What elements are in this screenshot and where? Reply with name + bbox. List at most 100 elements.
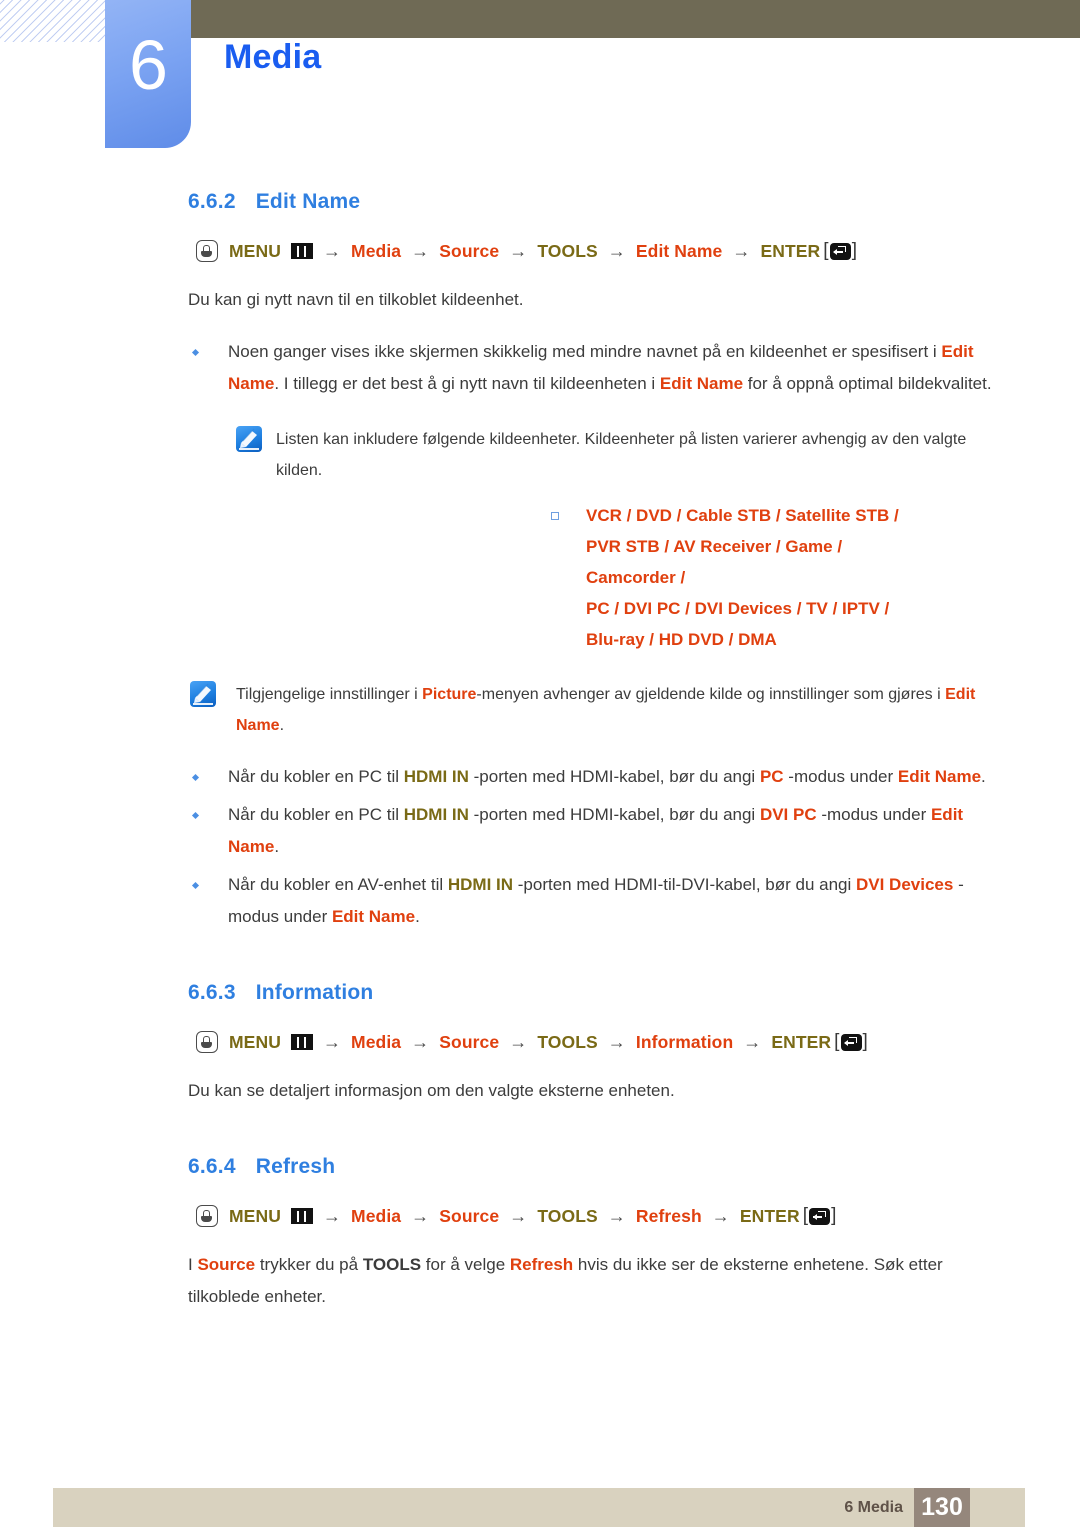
emphasis-source: Source: [197, 1255, 256, 1274]
emphasis-edit-name: Edit Name: [897, 767, 982, 786]
bracket-open: [: [802, 1205, 809, 1226]
device-list-line-1: VCR / DVD / Cable STB / Satellite STB / …: [586, 506, 899, 587]
emphasis-pc: PC: [759, 767, 784, 786]
list-item: Noen ganger vises ikke skjermen skikkeli…: [0, 336, 1080, 400]
chapter-number-tab: 6: [105, 0, 191, 148]
note-pencil-icon: [236, 426, 262, 452]
decorative-hatch-pattern: [0, 0, 107, 42]
emphasis-hdmi-in: HDMI IN: [403, 805, 469, 824]
paragraph-text: trykker du på: [255, 1255, 363, 1274]
section-heading-edit-name: 6.6.2 Edit Name: [0, 190, 1080, 214]
note-text: .: [279, 717, 285, 734]
menu-bars-icon: [290, 243, 313, 259]
bullet-text: Når du kobler en AV-enhet til: [228, 875, 448, 894]
menu-item-menu[interactable]: MENU: [229, 1206, 281, 1227]
bracket-open: [: [823, 240, 829, 261]
bullet-text: -porten med HDMI-kabel, bør du angi: [468, 805, 760, 824]
menu-item-tools[interactable]: TOOLS: [537, 1206, 597, 1227]
menu-arrow: →: [732, 240, 751, 261]
note-picture-settings: Tilgjengelige innstillinger i Picture-me…: [0, 679, 1080, 741]
menu-item-refresh[interactable]: Refresh: [636, 1206, 702, 1227]
note-text: Tilgjengelige innstillinger i: [236, 686, 423, 703]
bracket-close: ]: [851, 240, 858, 261]
menu-arrow: →: [509, 1031, 528, 1052]
bracket-close: ]: [862, 1031, 868, 1052]
paragraph-text: for å velge: [421, 1255, 510, 1274]
section-intro-edit-name: Du kan gi nytt navn til en tilkoblet kil…: [188, 290, 524, 309]
emphasis-hdmi-in: HDMI IN: [403, 767, 469, 786]
enter-key-icon: [809, 1207, 831, 1225]
bullet-text: for å oppnå optimal bildekvalitet.: [743, 374, 992, 393]
section-number: 6.6.2: [188, 190, 236, 213]
bullet-text: -modus under: [816, 805, 931, 824]
list-item: Når du kobler en PC til HDMI IN -porten …: [0, 761, 1080, 793]
menu-item-edit-name[interactable]: Edit Name: [636, 241, 722, 262]
page-content: 6.6.2 Edit Name MENU → Media → Source → T…: [0, 190, 1080, 1313]
bullet-text: -modus under: [783, 767, 898, 786]
section-heading-information: 6.6.3 Information: [0, 981, 1080, 1005]
emphasis-edit-name: Edit Name: [331, 907, 416, 926]
emphasis-dvi-devices: DVI Devices: [856, 875, 954, 894]
hand-press-icon: [196, 1031, 218, 1053]
menu-path-refresh: MENU → Media → Source → TOOLS → Refresh …: [0, 1205, 1080, 1227]
bracket-close: ]: [831, 1205, 837, 1226]
footer-page-number: 130: [914, 1488, 970, 1527]
section-title: Information: [255, 981, 374, 1004]
bracket-open: [: [834, 1031, 840, 1052]
emphasis-hdmi-in: HDMI IN: [447, 875, 514, 894]
device-list-line-2: PC / DVI PC / DVI Devices / TV / IPTV / …: [586, 599, 890, 649]
bullet-text: . I tillegg er det best å gi nytt navn t…: [274, 374, 660, 393]
menu-bars-icon: [290, 1034, 313, 1050]
enter-key-icon: [840, 1033, 862, 1051]
hand-press-icon: [196, 1205, 218, 1227]
section-intro-refresh: I Source trykker du på TOOLS for å velge…: [0, 1249, 1080, 1313]
menu-arrow: →: [322, 1205, 342, 1226]
list-item: Når du kobler en AV-enhet til HDMI IN -p…: [0, 869, 1080, 933]
menu-arrow: →: [607, 1031, 626, 1052]
hand-press-icon: [196, 240, 218, 262]
list-item: Når du kobler en PC til HDMI IN -porten …: [0, 799, 1080, 863]
menu-arrow: →: [411, 1205, 430, 1226]
emphasis-edit-name: Edit Name: [659, 374, 744, 393]
menu-item-source[interactable]: Source: [439, 241, 499, 262]
section-number: 6.6.4: [188, 1155, 236, 1178]
bullet-text: Når du kobler en PC til: [228, 767, 404, 786]
menu-path-information: MENU → Media → Source → TOOLS → Informat…: [0, 1031, 1080, 1053]
section-number: 6.6.3: [188, 981, 236, 1004]
section-title: Edit Name: [255, 190, 361, 213]
bullet-text: .: [274, 837, 280, 856]
menu-item-enter[interactable]: ENTER: [760, 241, 820, 262]
note-text: Listen kan inkludere følgende kildeenhet…: [276, 431, 967, 479]
menu-item-menu[interactable]: MENU: [229, 1032, 281, 1053]
menu-item-enter[interactable]: ENTER: [771, 1032, 831, 1053]
bullet-text: Noen ganger vises ikke skjermen skikkeli…: [228, 342, 942, 361]
bullet-text: -porten med HDMI-kabel, bør du angi: [468, 767, 760, 786]
menu-item-media[interactable]: Media: [351, 1206, 401, 1227]
section-intro-information: Du kan se detaljert informasjon om den v…: [188, 1081, 675, 1100]
chapter-title: Media: [224, 38, 322, 76]
emphasis-picture: Picture: [422, 686, 477, 703]
bullet-text: -porten med HDMI-til-DVI-kabel, bør du a…: [513, 875, 856, 894]
note-source-device-list: Listen kan inkludere følgende kildeenhet…: [0, 424, 1080, 655]
menu-item-tools[interactable]: TOOLS: [537, 241, 597, 262]
menu-arrow: →: [509, 240, 528, 261]
menu-arrow: →: [711, 1205, 730, 1226]
note-text: -menyen avhenger av gjeldende kilde og i…: [476, 686, 946, 703]
menu-item-tools[interactable]: TOOLS: [537, 1032, 597, 1053]
menu-path-edit-name: MENU → Media → Source → TOOLS → Edit Nam…: [0, 240, 1080, 262]
menu-item-source[interactable]: Source: [439, 1032, 499, 1053]
menu-item-source[interactable]: Source: [439, 1206, 499, 1227]
header-olive-bar: [190, 0, 1080, 38]
menu-item-media[interactable]: Media: [351, 241, 401, 262]
menu-arrow: →: [607, 1205, 626, 1226]
menu-item-information[interactable]: Information: [636, 1032, 733, 1053]
bullet-text: Når du kobler en PC til: [228, 805, 404, 824]
menu-item-enter[interactable]: ENTER: [740, 1206, 800, 1227]
emphasis-dvi-pc: DVI PC: [759, 805, 817, 824]
menu-bars-icon: [290, 1208, 313, 1224]
menu-item-menu[interactable]: MENU: [229, 241, 281, 262]
footer-chapter-label: 6 Media: [844, 1499, 903, 1516]
bullet-list-hdmi-modes: Når du kobler en PC til HDMI IN -porten …: [0, 761, 1080, 933]
menu-item-media[interactable]: Media: [351, 1032, 401, 1053]
emphasis-tools: TOOLS: [362, 1255, 422, 1274]
